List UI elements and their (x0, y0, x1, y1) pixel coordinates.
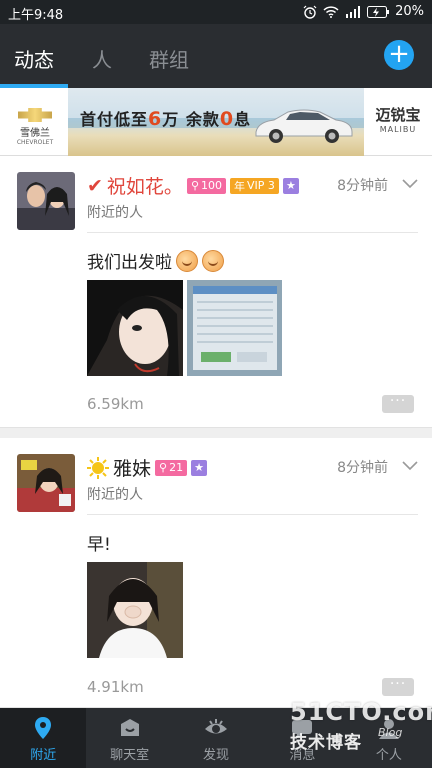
signal-icon (346, 5, 361, 18)
sun-icon (87, 456, 109, 479)
top-tab-bar: 动态 人 群组 + (0, 24, 432, 88)
alarm-icon (303, 5, 317, 19)
star-badge-icon: ★ (191, 459, 208, 476)
key-icon: ⚲ (159, 461, 168, 474)
post-photo[interactable] (87, 562, 183, 658)
vip-badge-prefix: 年 (234, 179, 245, 193)
emoji-icon (176, 249, 198, 272)
nav-chat-room[interactable]: 聊天室 (86, 708, 172, 768)
screen: 上午9:48 20% 动态 人 群组 + 雪佛兰 CHEVROLET 首付低至6… (0, 0, 432, 768)
nav-label: 消息 (289, 748, 316, 763)
avatar-photo (17, 172, 75, 230)
message-icon (292, 720, 313, 739)
post-photo[interactable] (187, 280, 282, 376)
nav-profile[interactable]: 个人 (346, 708, 432, 768)
user-name[interactable]: 雅妹 (113, 454, 151, 481)
post-time: 8分钟前 (337, 178, 388, 194)
vip-badge-text: VIP 3 (247, 179, 275, 192)
photo-image (87, 280, 183, 376)
level-badge-text: 100 (201, 179, 222, 192)
ad-image: 首付低至6万 余款0息 (68, 88, 364, 156)
avatar-photo (17, 454, 75, 512)
ad-slogan: 首付低至6万 余款0息 (80, 106, 251, 130)
more-options-button[interactable]: ··· (382, 677, 414, 696)
post-content: 早! (87, 535, 111, 555)
model-name-en: MALIBU (379, 125, 417, 134)
chevron-down-icon[interactable] (402, 461, 418, 471)
avatar[interactable] (17, 172, 75, 230)
brand-logo: 雪佛兰 CHEVROLET (10, 108, 60, 146)
post-location: 附近的人 (87, 205, 143, 221)
model-name: 迈锐宝 MALIBU (370, 104, 426, 134)
nav-label: 个人 (375, 748, 402, 763)
avatar[interactable] (17, 454, 75, 512)
battery-charging-icon (367, 5, 390, 18)
post-text: 我们出发啦 (87, 248, 224, 273)
feed-post[interactable]: ✔ 祝如花。 ⚲ 100 年 VIP 3 ★ 8分钟前 附近的人 我们出发啦 6… (0, 156, 432, 428)
post-photo[interactable] (87, 280, 183, 376)
vip-badge: 年 VIP 3 (230, 177, 279, 194)
verified-check-icon: ✔ (87, 174, 103, 197)
model-name-cn: 迈锐宝 (375, 106, 421, 124)
tab-feed[interactable]: 动态 (14, 44, 54, 73)
status-icons: 20% (303, 4, 424, 19)
nav-label: 附近 (30, 748, 57, 763)
feed-post[interactable]: 雅妹 ⚲ 21 ★ 8分钟前 附近的人 早! 4.91km ··· (0, 438, 432, 708)
user-name[interactable]: 祝如花。 (107, 172, 183, 199)
slogan-part-1: 首付低至 (80, 110, 149, 129)
brand-name: 雪佛兰 (20, 128, 50, 139)
post-header: ✔ 祝如花。 ⚲ 100 年 VIP 3 ★ (87, 172, 299, 199)
slogan-part-2: 万 余款 (162, 110, 220, 129)
post-time: 8分钟前 (337, 460, 388, 476)
level-badge: ⚲ 21 (155, 459, 188, 476)
nav-discover[interactable]: 发现 (173, 708, 259, 768)
slogan-number-1: 6 (148, 108, 163, 130)
tab-groups[interactable]: 群组 (149, 44, 189, 73)
level-badge: ⚲ 100 (186, 177, 226, 194)
post-header: 雅妹 ⚲ 21 ★ (87, 454, 208, 481)
nav-label: 发现 (203, 748, 230, 763)
car-image (255, 109, 353, 143)
ad-banner[interactable]: 雪佛兰 CHEVROLET 首付低至6万 余款0息 迈锐宝 MALIBU (0, 88, 432, 156)
post-text: 早! (87, 530, 111, 555)
nav-label: 聊天室 (110, 748, 150, 763)
status-bar: 上午9:48 20% (0, 0, 432, 24)
photo-image (187, 280, 282, 376)
more-options-button[interactable]: ··· (382, 394, 414, 413)
post-content: 我们出发啦 (87, 253, 172, 273)
add-post-button[interactable]: + (384, 40, 414, 70)
battery-percent: 20% (395, 4, 424, 19)
person-icon (378, 719, 399, 739)
wifi-icon (323, 5, 339, 18)
slogan-number-2: 0 (219, 108, 235, 130)
tab-people[interactable]: 人 (92, 44, 112, 73)
slogan-part-3: 息 (234, 110, 252, 129)
level-badge-text: 21 (169, 461, 184, 474)
nav-nearby[interactable]: 附近 (0, 708, 87, 768)
chat-room-icon (120, 719, 139, 736)
emoji-icon (202, 249, 224, 272)
chevron-down-icon[interactable] (402, 179, 418, 189)
divider (87, 514, 418, 515)
location-pin-icon (35, 717, 52, 739)
photo-image (87, 562, 183, 658)
divider (87, 232, 418, 233)
status-time: 上午9:48 (8, 8, 64, 23)
star-badge-icon: ★ (282, 177, 299, 194)
bottom-nav: 附近 聊天室 发现 消息 个人 (0, 708, 432, 768)
eye-icon (205, 719, 228, 734)
key-icon: ⚲ (190, 179, 199, 192)
brand-name-en: CHEVROLET (16, 139, 54, 146)
nav-messages[interactable]: 消息 (259, 708, 345, 768)
chevrolet-bowtie-icon (18, 108, 52, 122)
post-distance: 4.91km (87, 678, 144, 696)
post-distance: 6.59km (87, 395, 144, 413)
post-location: 附近的人 (87, 487, 143, 503)
